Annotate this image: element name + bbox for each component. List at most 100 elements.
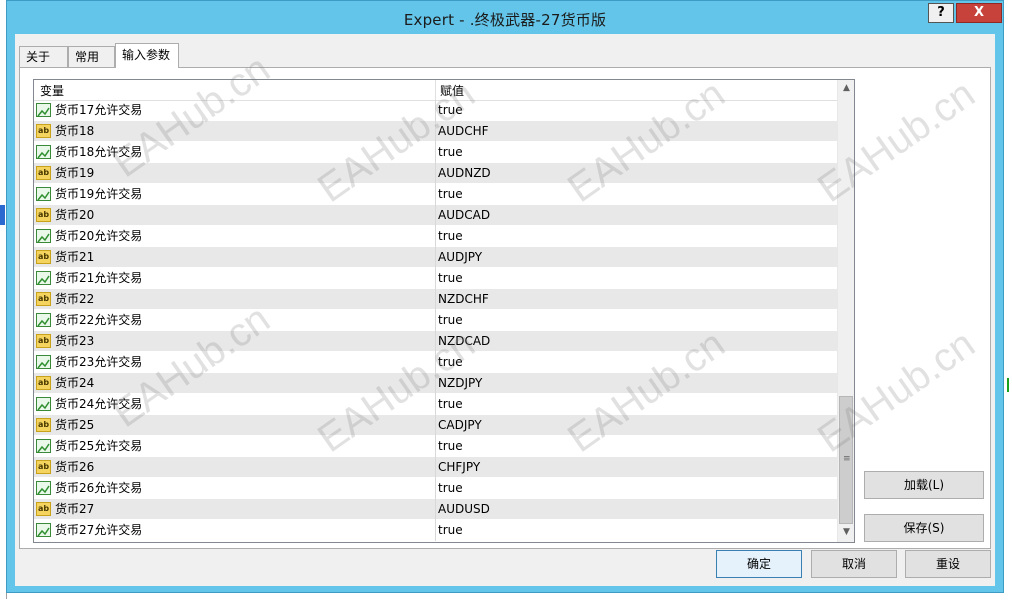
cell-divider (435, 436, 436, 457)
background-marker (0, 205, 5, 225)
table-row[interactable]: ab 货币24 NZDJPY (34, 373, 837, 394)
cell-divider (435, 205, 436, 226)
table-row[interactable]: ab 货币25 CADJPY (34, 415, 837, 436)
tab-panel-input-parameters: 变量 赋值 货币17允许交易 true ab 货币18 AUDCHF 货币18允许交易 tr… (19, 67, 991, 549)
parameter-value[interactable]: AUDCHF (438, 121, 489, 142)
parameter-value[interactable]: true (438, 478, 463, 499)
table-row[interactable]: 货币24允许交易 true (34, 394, 837, 415)
parameter-value[interactable]: true (438, 520, 463, 541)
parameter-value[interactable]: true (438, 226, 463, 247)
table-row[interactable]: ab 货币20 AUDCAD (34, 205, 837, 226)
parameter-value[interactable]: AUDCAD (438, 205, 490, 226)
parameter-value[interactable]: true (438, 100, 463, 121)
background-right-strip (1004, 0, 1012, 599)
parameter-name: 货币27允许交易 (55, 523, 143, 537)
table-row[interactable]: ab 货币18 AUDCHF (34, 121, 837, 142)
boolean-param-icon (36, 229, 51, 243)
parameter-value[interactable]: true (438, 142, 463, 163)
parameter-value[interactable]: CHFJPY (438, 457, 480, 478)
boolean-param-icon (36, 145, 51, 159)
parameter-value[interactable]: CADJPY (438, 415, 482, 436)
parameter-value[interactable]: true (438, 310, 463, 331)
parameter-name: 货币18允许交易 (55, 145, 143, 159)
parameter-value[interactable]: true (438, 436, 463, 457)
table-row[interactable]: ab 货币22 NZDCHF (34, 289, 837, 310)
cell-divider (435, 289, 436, 310)
table-row[interactable]: ab 货币27 AUDUSD (34, 499, 837, 520)
column-header-value[interactable]: 赋值 (440, 82, 464, 99)
parameter-name: 货币23允许交易 (55, 355, 143, 369)
parameter-name: 货币22允许交易 (55, 313, 143, 327)
vertical-scrollbar[interactable]: ▲ ≡ ▼ (837, 80, 854, 542)
tab-about[interactable]: 关于 (19, 46, 68, 67)
parameter-value[interactable]: true (438, 268, 463, 289)
column-header-variable[interactable]: 变量 (40, 82, 64, 99)
cell-divider (435, 331, 436, 352)
boolean-param-icon (36, 397, 51, 411)
parameter-value[interactable]: NZDCAD (438, 331, 490, 352)
table-row[interactable]: 货币17允许交易 true (34, 100, 837, 121)
parameter-value[interactable]: AUDJPY (438, 247, 482, 268)
load-button[interactable]: 加载(L) (864, 471, 984, 499)
boolean-param-icon (36, 355, 51, 369)
parameter-name: 货币26允许交易 (55, 481, 143, 495)
grip-icon: ≡ (843, 454, 851, 464)
window-title: Expert - .终极武器-27货币版 (403, 11, 607, 29)
parameter-name: 货币19允许交易 (55, 187, 143, 201)
column-divider[interactable] (435, 80, 436, 100)
parameter-value[interactable]: NZDJPY (438, 373, 482, 394)
table-row[interactable]: 货币18允许交易 true (34, 142, 837, 163)
parameter-value[interactable]: AUDNZD (438, 163, 491, 184)
table-row[interactable]: 货币23允许交易 true (34, 352, 837, 373)
reset-button[interactable]: 重设 (905, 550, 991, 578)
boolean-param-icon (36, 523, 51, 537)
cell-divider (435, 100, 436, 121)
parameters-grid[interactable]: 变量 赋值 货币17允许交易 true ab 货币18 AUDCHF 货币18允许交易 tr… (33, 79, 855, 543)
tab-common[interactable]: 常用 (68, 46, 115, 67)
string-param-icon: ab (36, 418, 51, 432)
scroll-up-arrow-icon[interactable]: ▲ (838, 80, 854, 97)
cell-divider (435, 352, 436, 373)
table-row[interactable]: ab 货币26 CHFJPY (34, 457, 837, 478)
boolean-param-icon (36, 439, 51, 453)
parameter-value[interactable]: AUDUSD (438, 499, 490, 520)
close-button[interactable]: X (956, 3, 1002, 23)
cell-divider (435, 268, 436, 289)
table-row[interactable]: 货币19允许交易 true (34, 184, 837, 205)
parameter-name: 货币17允许交易 (55, 103, 143, 117)
grid-rows: 货币17允许交易 true ab 货币18 AUDCHF 货币18允许交易 true ab 货币… (34, 100, 837, 541)
parameter-name: 货币19 (55, 166, 95, 180)
string-param-icon: ab (36, 124, 51, 138)
parameter-value[interactable]: true (438, 394, 463, 415)
parameter-value[interactable]: true (438, 184, 463, 205)
parameter-name: 货币21 (55, 250, 95, 264)
table-row[interactable]: 货币21允许交易 true (34, 268, 837, 289)
cell-divider (435, 520, 436, 541)
table-row[interactable]: ab 货币21 AUDJPY (34, 247, 837, 268)
string-param-icon: ab (36, 502, 51, 516)
table-row[interactable]: 货币20允许交易 true (34, 226, 837, 247)
grid-header: 变量 赋值 (34, 80, 837, 101)
tab-input-parameters[interactable]: 输入参数 (115, 43, 179, 68)
table-row[interactable]: 货币22允许交易 true (34, 310, 837, 331)
title-bar[interactable]: Expert - .终极武器-27货币版 ? X (7, 1, 1003, 35)
table-row[interactable]: ab 货币23 NZDCAD (34, 331, 837, 352)
ok-button[interactable]: 确定 (716, 550, 802, 578)
boolean-param-icon (36, 103, 51, 117)
table-row[interactable]: 货币26允许交易 true (34, 478, 837, 499)
table-row[interactable]: 货币27允许交易 true (34, 520, 837, 541)
parameter-value[interactable]: NZDCHF (438, 289, 489, 310)
scroll-down-arrow-icon[interactable]: ▼ (838, 524, 854, 541)
parameter-name: 货币21允许交易 (55, 271, 143, 285)
parameter-name: 货币27 (55, 502, 95, 516)
help-button[interactable]: ? (928, 3, 954, 23)
scrollbar-thumb[interactable]: ≡ (839, 396, 853, 524)
table-row[interactable]: ab 货币19 AUDNZD (34, 163, 837, 184)
cancel-button[interactable]: 取消 (811, 550, 897, 578)
cell-divider (435, 310, 436, 331)
save-button[interactable]: 保存(S) (864, 514, 984, 542)
parameter-value[interactable]: true (438, 352, 463, 373)
table-row[interactable]: 货币25允许交易 true (34, 436, 837, 457)
parameter-name: 货币25允许交易 (55, 439, 143, 453)
background-marker (1007, 378, 1009, 392)
